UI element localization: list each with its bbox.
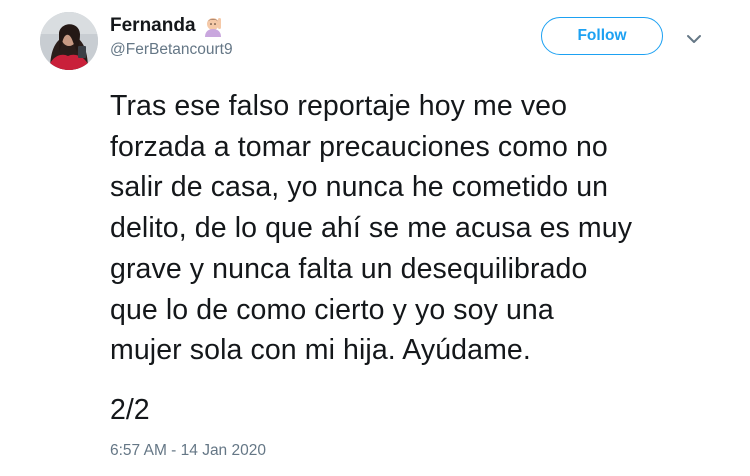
tweet-text-line: salir de casa, yo nunca he cometido un (110, 171, 609, 204)
display-name[interactable]: Fernanda (110, 14, 196, 38)
tweet-timestamp[interactable]: 6:57 AM - 14 Jan 2020 (110, 441, 266, 461)
avatar-image (40, 12, 98, 70)
author-info: Fernanda @FerBetancourt9 (110, 14, 233, 60)
user-handle[interactable]: @FerBetancourt9 (110, 40, 233, 60)
tweet-text: Tras ese falso reportaje hoy me veo forz… (110, 86, 730, 371)
tweet-text-line: delito, de lo que ahí se me acusa es muy (110, 212, 633, 245)
display-name-row: Fernanda (110, 14, 233, 38)
tweet-text-line: mujer sola con mi hija. Ayúdame. (110, 334, 531, 367)
thread-part-counter: 2/2 (110, 394, 150, 426)
tweet-text-line: Tras ese falso reportaje hoy me veo (110, 90, 568, 122)
tweet-text-line: forzada a tomar precauciones como no (110, 130, 608, 163)
chevron-down-icon[interactable] (684, 30, 704, 48)
tweet-text-line: grave y nunca falta un desequilibrado (110, 252, 588, 285)
tweet-text-line: que lo de como cierto y yo soy una (110, 293, 554, 326)
avatar[interactable] (40, 12, 98, 70)
follow-button[interactable]: Follow (541, 17, 663, 55)
woman-raising-hand-icon (202, 15, 224, 37)
tweet-card: Fernanda @FerBetancourt9 Follow Tras ese… (0, 0, 750, 476)
